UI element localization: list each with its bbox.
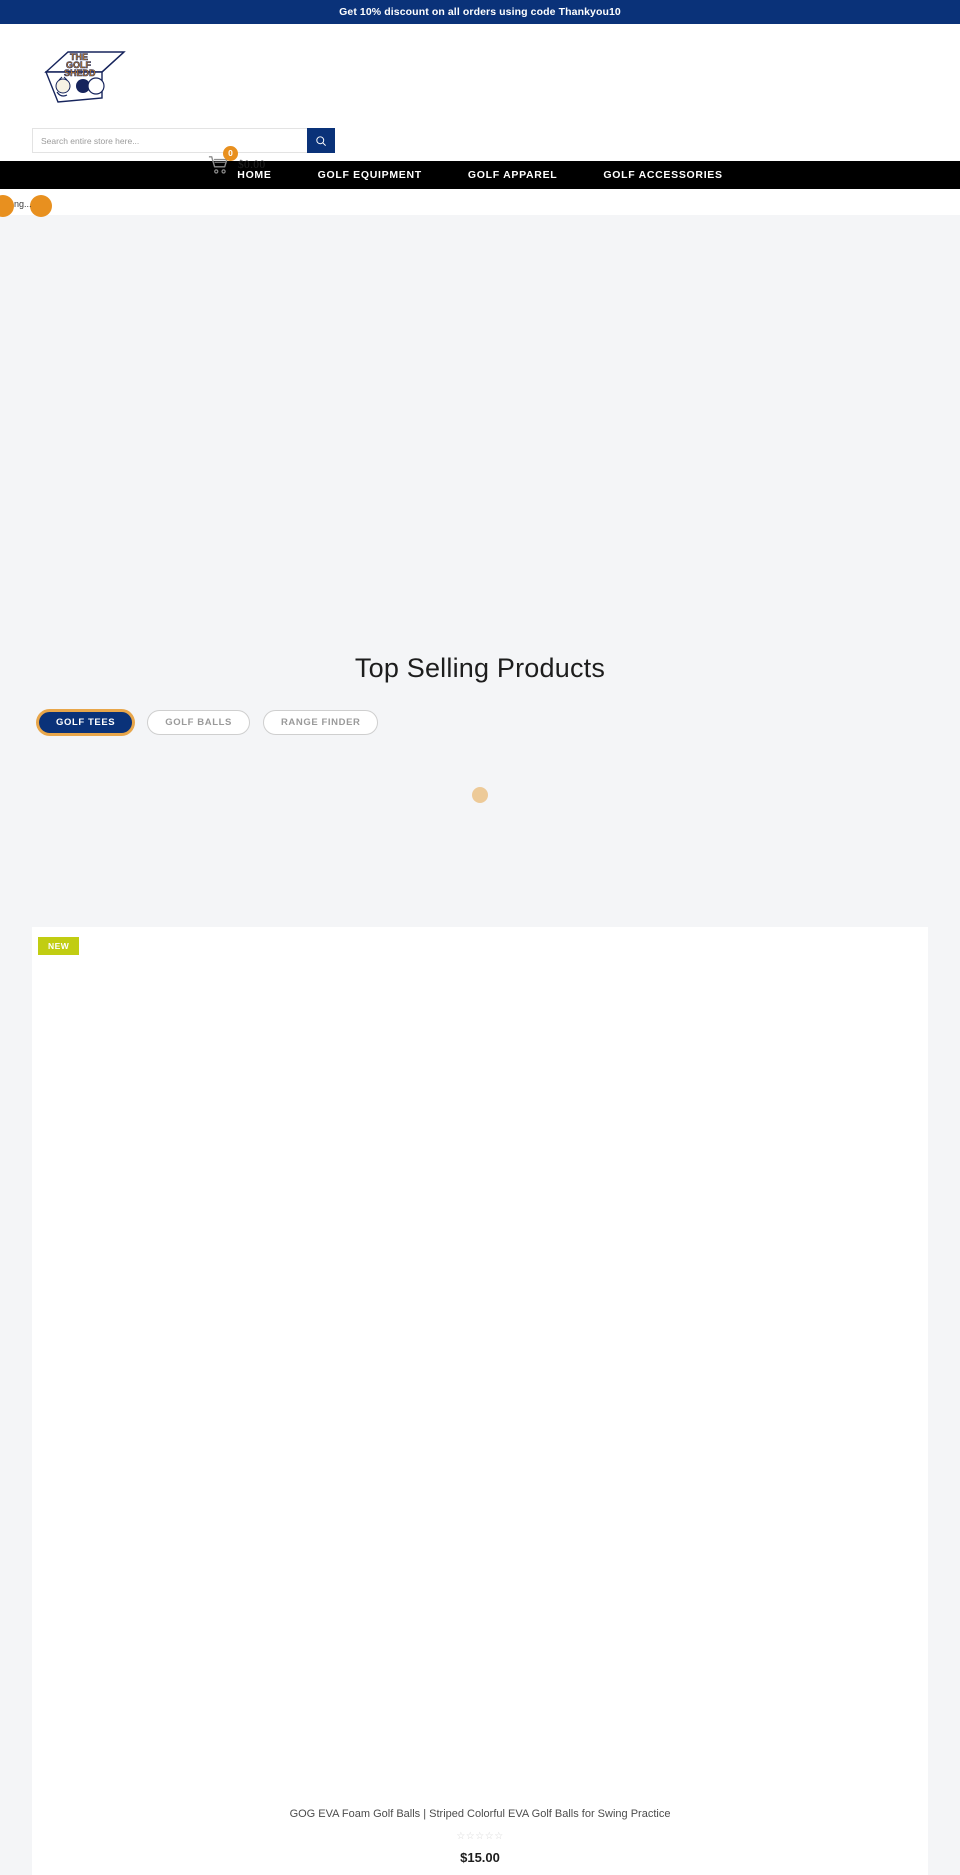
main-navigation: HOME GOLF EQUIPMENT GOLF APPAREL GOLF AC… — [0, 161, 960, 189]
tab-range-finder[interactable]: RANGE FINDER — [262, 710, 379, 735]
section-spacer — [0, 855, 960, 927]
product-filter-tabs: GOLF TEES GOLF BALLS RANGE FINDER — [0, 710, 960, 735]
product-price: $15.00 — [460, 1850, 500, 1866]
product-card[interactable]: NEW GOG EVA Foam Golf Balls | Striped Co… — [32, 927, 928, 1875]
tab-golf-balls[interactable]: GOLF BALLS — [147, 710, 250, 735]
page-title: Top Selling Products — [354, 653, 606, 683]
site-logo[interactable]: THE GOLF SHEDD — [38, 46, 133, 106]
promo-banner-text: Get 10% discount on all orders using cod… — [339, 6, 621, 18]
nav-item-golf-apparel[interactable]: GOLF APPAREL — [468, 169, 557, 181]
hero-banner-area — [0, 215, 960, 611]
site-header: THE GOLF SHEDD Search entire store here.… — [0, 24, 960, 174]
product-image[interactable] — [32, 927, 928, 1807]
top-selling-section: Top Selling Products GOLF TEES GOLF BALL… — [0, 611, 960, 735]
golf-shedd-logo-icon: THE GOLF SHEDD — [44, 51, 126, 103]
product-grid: NEW GOG EVA Foam Golf Balls | Striped Co… — [0, 927, 960, 1875]
product-rating-stars: ☆☆☆☆☆ — [456, 1831, 504, 1843]
cart-total-amount: $0.00 — [238, 159, 266, 171]
loading-label: ng... — [14, 199, 32, 209]
cart-count-badge: 0 — [223, 146, 238, 161]
products-loading-area — [0, 735, 960, 855]
svg-text:SHEDD: SHEDD — [64, 68, 96, 78]
loading-dot-2 — [30, 195, 52, 217]
search-input[interactable] — [32, 128, 307, 153]
cart-widget[interactable]: 0 $0.00 — [208, 146, 266, 176]
nav-item-golf-equipment[interactable]: GOLF EQUIPMENT — [318, 169, 422, 181]
promo-banner: Get 10% discount on all orders using cod… — [0, 0, 960, 24]
product-info: GOG EVA Foam Golf Balls | Striped Colorf… — [32, 1807, 928, 1865]
nav-item-golf-accessories[interactable]: GOLF ACCESSORIES — [603, 169, 722, 181]
status-badge: NEW — [38, 937, 80, 955]
tab-golf-tees[interactable]: GOLF TEES — [37, 710, 135, 735]
search-button[interactable] — [307, 128, 335, 153]
page-loading-indicator: ng... — [0, 189, 960, 217]
cart-icon-wrapper[interactable]: 0 — [208, 146, 238, 176]
product-title[interactable]: GOG EVA Foam Golf Balls | Striped Colorf… — [52, 1807, 908, 1822]
loading-dot-1 — [0, 195, 14, 217]
search-icon — [316, 135, 326, 146]
products-loading-spinner — [472, 787, 488, 803]
search-bar — [32, 128, 335, 153]
